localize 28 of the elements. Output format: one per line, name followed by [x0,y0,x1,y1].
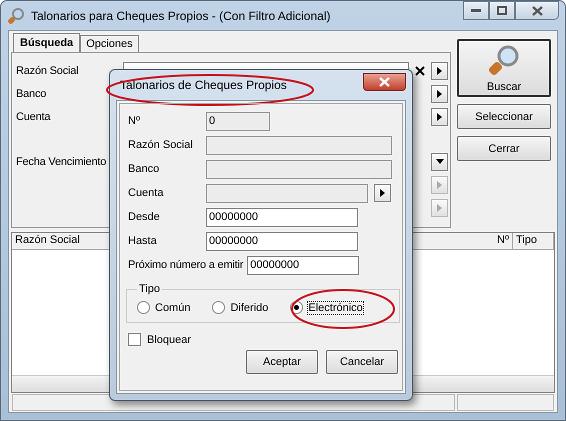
tab[interactable]: Opciones [80,35,139,52]
dialog-button[interactable]: Cancelar [326,350,398,374]
dialog-title: Talonarios de Cheques Propios [120,78,288,92]
tab[interactable]: Búsqueda [13,33,80,52]
field-label: Banco [128,163,160,175]
radio-option[interactable]: Diferido [212,301,268,314]
column-header[interactable]: Nº [494,233,513,249]
field-label: Razón Social [128,139,194,151]
field-label: Próximo número a emitir [128,259,244,271]
field-label: Cuenta [128,187,164,199]
group-label: Tipo [138,283,161,295]
input-field[interactable]: 00000000 [206,208,358,226]
filter-label: Cuenta [16,110,52,122]
filter-label: Fecha Vencimiento [16,156,108,168]
filter-label: Banco [16,88,48,100]
dialog-button[interactable]: Aceptar [246,350,318,374]
field-label: Desde [128,211,161,223]
action-button[interactable]: Seleccionar [457,104,551,129]
filter-label: Razón Social [16,64,80,76]
window-title: Talonarios para Cheques Propios - (Con Filtro Adicional) [31,8,332,22]
action-button[interactable]: Cerrar [457,136,551,161]
input-field[interactable]: 00000000 [206,232,358,250]
checkbox-option[interactable]: Bloquear [128,333,398,346]
search-button[interactable]: Buscar [457,39,551,97]
radio-option[interactable]: Común [137,301,190,314]
field-label: Nº [128,115,141,127]
input-field[interactable]: 00000000 [247,256,360,274]
column-header[interactable]: Tipo [513,233,554,249]
